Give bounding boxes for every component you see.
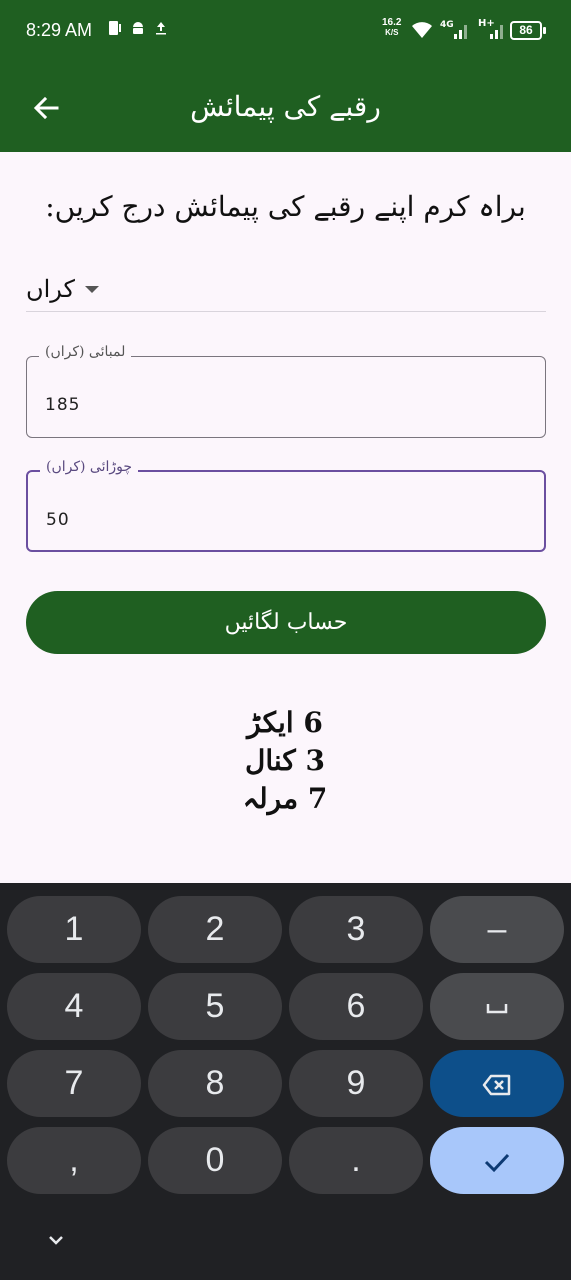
key-comma[interactable]: ,: [7, 1127, 141, 1194]
key-space[interactable]: [430, 973, 564, 1040]
numeric-keyboard: 1 2 3 – 4 5 6 7 8 9 , 0 .: [0, 883, 571, 1280]
key-1[interactable]: 1: [7, 896, 141, 963]
key-0[interactable]: 0: [148, 1127, 282, 1194]
battery-icon: 86: [510, 21, 546, 40]
space-icon: [486, 1004, 508, 1014]
result-marla: 7 مرلہ: [242, 782, 328, 815]
phone-icon: [109, 21, 121, 35]
length-field-value: 185: [45, 395, 81, 415]
width-field[interactable]: چوڑائی (کراں) 50: [26, 459, 546, 552]
signal-icon: [454, 25, 467, 39]
key-7[interactable]: 7: [7, 1050, 141, 1117]
signal-icon-2: [490, 25, 503, 39]
width-field-label: چوڑائی (کراں): [40, 459, 139, 475]
key-5[interactable]: 5: [148, 973, 282, 1040]
key-9[interactable]: 9: [289, 1050, 423, 1117]
calculate-button[interactable]: حساب لگائیں: [26, 591, 546, 654]
status-bar: 8:29 AM 16.2 K/S 4G H+ 86: [0, 0, 571, 64]
key-8[interactable]: 8: [148, 1050, 282, 1117]
key-3[interactable]: 3: [289, 896, 423, 963]
check-icon: [484, 1153, 510, 1173]
instruction-text: براہ کرم اپنے رقبے کی پیمائش درج کریں:: [45, 190, 526, 223]
android-icon: [133, 22, 143, 34]
status-notification-icons: [108, 20, 168, 36]
chevron-down-icon[interactable]: [44, 1228, 68, 1252]
length-field-label: لمبائی (کراں): [39, 344, 132, 360]
status-time: 8:29 AM: [26, 20, 93, 40]
key-4[interactable]: 4: [7, 973, 141, 1040]
key-done[interactable]: [430, 1127, 564, 1194]
results-panel: 6 ایکڑ 3 کنال 7 مرلہ: [200, 704, 370, 818]
app-bar: رقبے کی پیمائش: [0, 64, 571, 152]
key-6[interactable]: 6: [289, 973, 423, 1040]
page-title: رقبے کی پیمائش: [190, 90, 381, 123]
key-period[interactable]: .: [289, 1127, 423, 1194]
backspace-icon: [482, 1074, 511, 1096]
key-backspace[interactable]: [430, 1050, 564, 1117]
wifi-icon: [412, 22, 432, 38]
length-field[interactable]: لمبائی (کراں) 185: [26, 344, 546, 438]
unit-dropdown[interactable]: کراں: [26, 266, 546, 312]
result-kanal: 3 کنال: [245, 744, 325, 777]
dropdown-arrow-icon: [84, 286, 99, 293]
unit-selected-label: کراں: [26, 274, 75, 303]
upload-icon: [156, 22, 166, 35]
result-acres: 6 ایکڑ: [247, 706, 323, 739]
net-speed: 16.2 K/S: [382, 17, 402, 38]
width-field-value: 50: [46, 510, 70, 530]
key-minus[interactable]: –: [430, 896, 564, 963]
key-2[interactable]: 2: [148, 896, 282, 963]
